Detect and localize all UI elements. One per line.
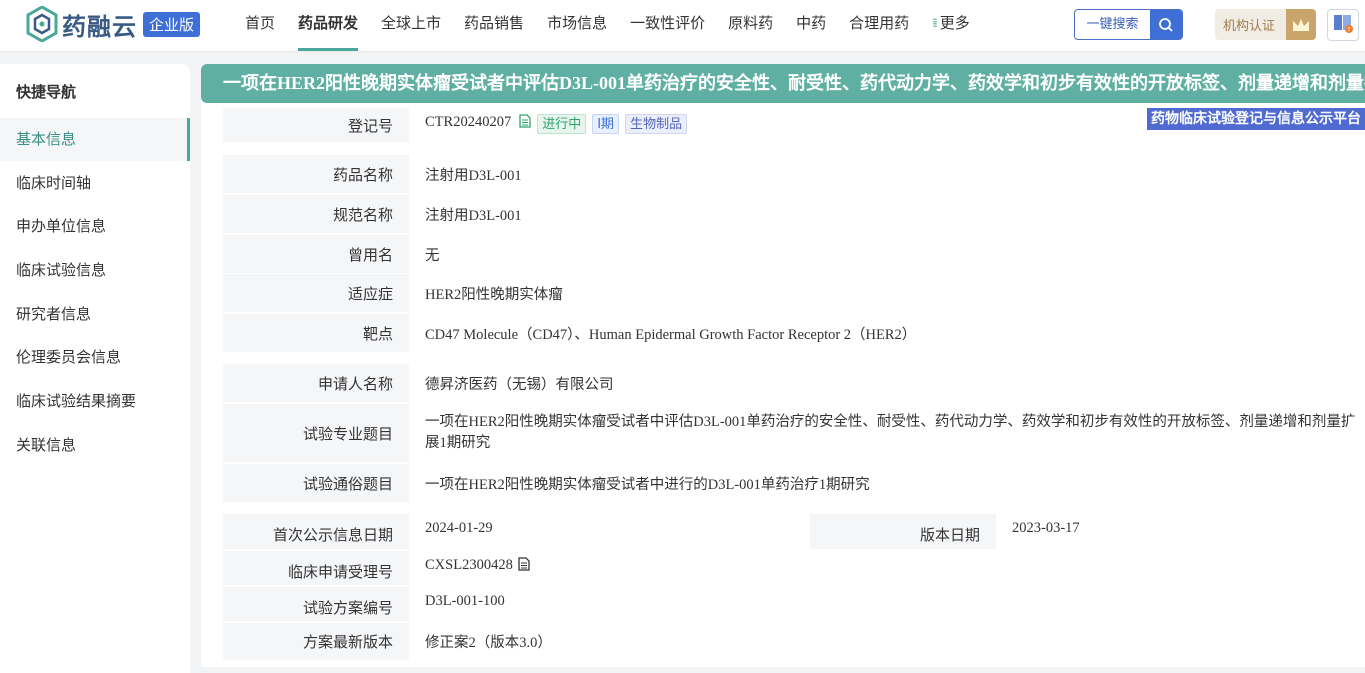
sidebar-item-investigators[interactable]: 研究者信息 bbox=[0, 293, 190, 336]
standard-name-label: 规范名称 bbox=[223, 195, 409, 233]
nav-drug-sales[interactable]: 药品销售 bbox=[464, 0, 524, 48]
org-certification-button[interactable]: 机构认证 bbox=[1215, 9, 1316, 40]
sidebar-item-sponsor[interactable]: 申办单位信息 bbox=[0, 205, 190, 248]
sidebar-item-basic-info[interactable]: 基本信息 bbox=[0, 118, 190, 161]
drug-name-value: 注射用D3L-001 bbox=[425, 167, 522, 184]
applicant-label: 申请人名称 bbox=[223, 364, 409, 402]
logo-mark-icon bbox=[26, 5, 58, 43]
protocol-no-row: 试验方案编号 D3L-001-100 bbox=[223, 587, 1365, 621]
acceptance-no-row: 临床申请受理号 CXSL2300428 bbox=[223, 551, 1365, 585]
grid-dots-icon: ⁞⁞ bbox=[932, 16, 937, 30]
quick-search-label: 一键搜索 bbox=[1086, 17, 1139, 32]
indication-row: 适应症 HER2阳性晚期实体瘤 bbox=[223, 274, 1365, 312]
scientific-title-label: 试验专业题目 bbox=[223, 404, 409, 462]
registration-number: CTR20240207 bbox=[425, 114, 512, 130]
applicant-row: 申请人名称 德昇济医药（无锡）有限公司 bbox=[223, 364, 1365, 402]
former-name-label: 曾用名 bbox=[223, 235, 409, 273]
nav-tcm[interactable]: 中药 bbox=[796, 0, 826, 48]
category-badge: 生物制品 bbox=[625, 114, 688, 134]
quick-nav-sidebar: 快捷导航 基本信息 临床时间轴 申办单位信息 临床试验信息 研究者信息 伦理委员… bbox=[0, 64, 190, 673]
registration-label: 登记号 bbox=[223, 108, 409, 142]
quick-search-button[interactable]: 一键搜索 bbox=[1074, 9, 1183, 40]
logo[interactable]: 药融云 企业版 bbox=[26, 5, 201, 43]
help-book-button[interactable]: ? bbox=[1327, 9, 1359, 41]
nav-more[interactable]: ⁞⁞ 更多 bbox=[932, 0, 970, 48]
nav-market-info[interactable]: 市场信息 bbox=[547, 0, 607, 48]
protocol-no-value: D3L-001-100 bbox=[425, 593, 505, 609]
former-name-row: 曾用名 无 bbox=[223, 235, 1365, 273]
sidebar-item-trial-info[interactable]: 临床试验信息 bbox=[0, 249, 190, 292]
nav-drug-rd[interactable]: 药品研发 bbox=[298, 0, 359, 51]
protocol-version-value: 修正案2（版本3.0） bbox=[425, 635, 552, 651]
scientific-title-value: 一项在HER2阳性晚期实体瘤受试者中评估D3L-001单药治疗的安全性、耐受性、… bbox=[425, 414, 1356, 451]
target-label: 靶点 bbox=[223, 314, 409, 352]
sidebar-title: 快捷导航 bbox=[16, 83, 77, 101]
applicant-value: 德昇济医药（无锡）有限公司 bbox=[425, 376, 614, 393]
sidebar-item-related-info[interactable]: 关联信息 bbox=[0, 424, 190, 467]
trial-detail-panel: 一项在HER2阳性晚期实体瘤受试者中评估D3L-001单药治疗的安全性、耐受性、… bbox=[201, 64, 1365, 667]
first-public-date-value: 2024-01-29 bbox=[425, 520, 493, 536]
version-date-label: 版本日期 bbox=[810, 514, 996, 549]
public-title-row: 试验通俗题目 一项在HER2阳性晚期实体瘤受试者中进行的D3L-001单药治疗1… bbox=[223, 464, 1365, 502]
target-row: 靶点 CD47 Molecule（CD47）、Human Epidermal G… bbox=[223, 314, 1365, 352]
nav-rational-use[interactable]: 合理用药 bbox=[849, 0, 909, 48]
phase-badge: I期 bbox=[592, 114, 620, 134]
sidebar-item-ethics-committee[interactable]: 伦理委员会信息 bbox=[0, 336, 190, 379]
version-date-row: 版本日期 2023-03-17 bbox=[810, 514, 1365, 549]
top-navigation-bar: 药融云 企业版 首页 药品研发 全球上市 药品销售 市场信息 一致性评价 原料药… bbox=[0, 0, 1365, 52]
trial-title: 一项在HER2阳性晚期实体瘤受试者中评估D3L-001单药治疗的安全性、耐受性、… bbox=[201, 64, 1365, 103]
nav-api[interactable]: 原料药 bbox=[728, 0, 773, 48]
sidebar-item-results-summary[interactable]: 临床试验结果摘要 bbox=[0, 380, 190, 423]
nav-consistency-evaluation[interactable]: 一致性评价 bbox=[630, 0, 705, 48]
acceptance-no-value: CXSL2300428 bbox=[425, 557, 513, 573]
version-date-value: 2023-03-17 bbox=[1012, 520, 1080, 536]
document-icon[interactable] bbox=[519, 114, 531, 133]
svg-text:?: ? bbox=[1347, 26, 1350, 33]
file-icon[interactable] bbox=[518, 557, 530, 576]
registration-row: 登记号 CTR20240207 进行中 I期 生物制品 药物临床试验登记与信息公… bbox=[223, 108, 1365, 142]
edition-badge: 企业版 bbox=[143, 11, 201, 37]
main-nav: 首页 药品研发 全球上市 药品销售 市场信息 一致性评价 原料药 中药 合理用药… bbox=[245, 0, 993, 51]
drug-name-label: 药品名称 bbox=[223, 155, 409, 193]
nav-home[interactable]: 首页 bbox=[245, 0, 275, 48]
public-title-label: 试验通俗题目 bbox=[223, 464, 409, 502]
indication-label: 适应症 bbox=[223, 274, 409, 312]
target-value: CD47 Molecule（CD47）、Human Epidermal Grow… bbox=[425, 326, 917, 343]
logo-text: 药融云 bbox=[62, 12, 137, 41]
sidebar-item-timeline[interactable]: 临床时间轴 bbox=[0, 162, 190, 205]
first-public-date-label: 首次公示信息日期 bbox=[223, 514, 409, 549]
former-name-value: 无 bbox=[425, 247, 440, 264]
public-title-value: 一项在HER2阳性晚期实体瘤受试者中进行的D3L-001单药治疗1期研究 bbox=[425, 476, 870, 493]
acceptance-no-cell: CXSL2300428 bbox=[409, 551, 1365, 585]
protocol-version-row: 方案最新版本 修正案2（版本3.0） bbox=[223, 623, 1365, 660]
nav-more-label: 更多 bbox=[939, 14, 970, 32]
first-public-date-row: 首次公示信息日期 2024-01-29 bbox=[223, 514, 801, 549]
protocol-no-label: 试验方案编号 bbox=[223, 587, 409, 621]
indication-value: HER2阳性晚期实体瘤 bbox=[425, 286, 563, 303]
standard-name-value: 注射用D3L-001 bbox=[425, 207, 522, 224]
scientific-title-row: 试验专业题目 一项在HER2阳性晚期实体瘤受试者中评估D3L-001单药治疗的安… bbox=[223, 404, 1365, 462]
drug-name-row: 药品名称 注射用D3L-001 bbox=[223, 155, 1365, 193]
registry-platform-link[interactable]: 药物临床试验登记与信息公示平台 bbox=[1147, 108, 1365, 130]
acceptance-no-label: 临床申请受理号 bbox=[223, 551, 409, 585]
org-certification-label: 机构认证 bbox=[1223, 19, 1276, 34]
book-help-icon: ? bbox=[1332, 12, 1354, 39]
search-icon bbox=[1150, 10, 1182, 39]
nav-global-launch[interactable]: 全球上市 bbox=[381, 0, 441, 48]
crown-icon bbox=[1286, 9, 1316, 40]
status-badge: 进行中 bbox=[537, 114, 587, 134]
protocol-version-label: 方案最新版本 bbox=[223, 623, 409, 660]
standard-name-row: 规范名称 注射用D3L-001 bbox=[223, 195, 1365, 233]
